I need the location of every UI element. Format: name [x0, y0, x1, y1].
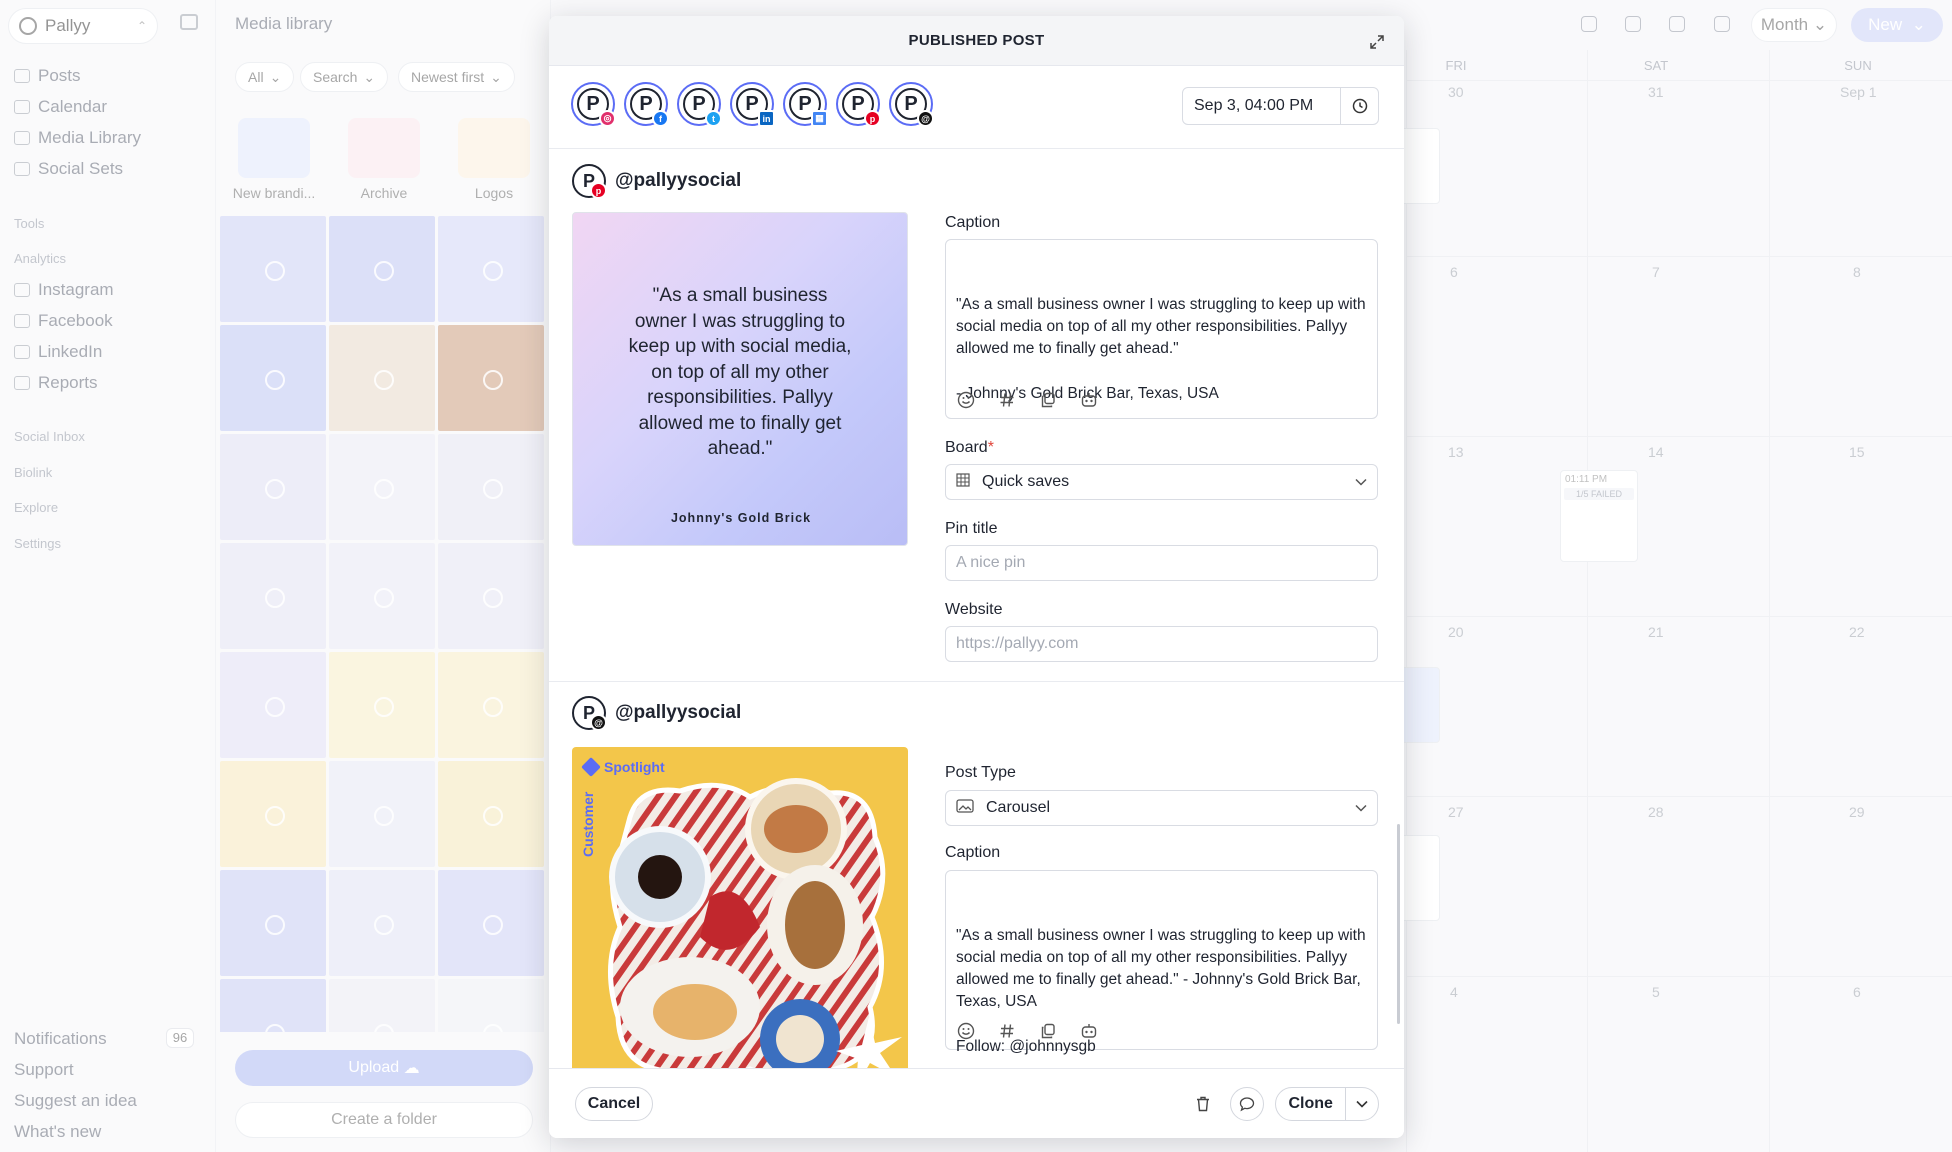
schedule-date: Sep 3, 04:00 PM	[1194, 97, 1314, 114]
pin-title-placeholder: A nice pin	[956, 554, 1026, 571]
copy-icon[interactable]	[1038, 390, 1057, 409]
diamond-icon	[581, 757, 601, 777]
clone-split-button: Clone	[1275, 1087, 1379, 1121]
threads-account-header: P @ @pallyysocial	[572, 696, 742, 731]
board-grid-icon	[956, 472, 970, 492]
caption-text: "As a small business owner I was struggl…	[956, 295, 1366, 402]
comment-icon	[1239, 1097, 1255, 1112]
ai-robot-icon[interactable]	[1079, 1021, 1098, 1040]
account-instagram[interactable]: P ◎	[571, 82, 616, 127]
threads-icon: @	[590, 714, 607, 731]
account-google-business[interactable]: P ▦	[783, 82, 828, 127]
pin-title-input[interactable]: A nice pin	[945, 545, 1378, 581]
comment-button[interactable]	[1230, 1087, 1264, 1121]
caption-toolbar	[956, 390, 1098, 409]
post-type-value: Carousel	[986, 799, 1051, 816]
facebook-icon: f	[652, 110, 669, 127]
clone-button[interactable]: Clone	[1276, 1095, 1345, 1113]
threads-caption-textarea[interactable]: "As a small business owner I was struggl…	[945, 870, 1378, 1055]
modal-footer: Cancel Clone	[549, 1068, 1404, 1138]
board-select[interactable]: Quick saves	[945, 464, 1378, 500]
twitter-icon: t	[705, 110, 722, 127]
website-placeholder: https://pallyy.com	[956, 635, 1079, 652]
copy-icon[interactable]	[1038, 1021, 1057, 1040]
pinterest-image-preview[interactable]: "As a small business owner I was struggl…	[572, 212, 908, 546]
linkedin-icon: in	[758, 110, 775, 127]
emoji-icon[interactable]	[956, 1021, 975, 1040]
emoji-icon[interactable]	[956, 390, 975, 409]
caption-label: Caption	[945, 214, 1001, 231]
post-type-select[interactable]: Carousel	[945, 790, 1378, 826]
avatar: P @	[572, 696, 607, 731]
divider	[549, 681, 1404, 682]
divider	[549, 148, 1404, 149]
clock-icon[interactable]	[1340, 88, 1378, 124]
board-label: Board*	[945, 439, 994, 457]
post-modal: PUBLISHED POST P ◎ Pf Pt Pin P ▦ Pp P @ Sep…	[549, 16, 1404, 1138]
post-type-label: Post Type	[945, 764, 1016, 781]
image-quote: "As a small business owner I was struggl…	[628, 285, 852, 459]
account-handle: @pallyysocial	[615, 170, 742, 191]
avatar: Pp	[572, 164, 607, 199]
caption-label: Caption	[945, 844, 1001, 861]
pinterest-account-header: Pp @pallyysocial	[572, 164, 742, 199]
google-business-icon: ▦	[811, 110, 828, 127]
pinterest-caption-textarea[interactable]: "As a small business owner I was struggl…	[945, 239, 1378, 419]
account-threads[interactable]: P @	[889, 82, 934, 127]
clone-options-chevron-icon[interactable]	[1346, 1100, 1378, 1108]
expand-icon[interactable]	[1369, 34, 1385, 50]
instagram-icon: ◎	[599, 110, 616, 127]
cancel-button[interactable]: Cancel	[575, 1087, 653, 1121]
customer-tag: Customer	[580, 791, 596, 857]
board-value: Quick saves	[982, 473, 1070, 490]
account-twitter[interactable]: Pt	[677, 82, 722, 127]
account-facebook[interactable]: Pf	[624, 82, 669, 127]
pinterest-icon: p	[590, 182, 607, 199]
threads-icon: @	[917, 110, 934, 127]
modal-title: PUBLISHED POST	[908, 32, 1045, 49]
chevron-down-icon	[1355, 473, 1367, 491]
pin-title-label: Pin title	[945, 520, 998, 537]
image-signature: Johnny's Gold Brick	[670, 511, 812, 525]
trash-icon[interactable]	[1196, 1096, 1210, 1117]
spotlight-text: Spotlight	[604, 759, 665, 775]
account-pinterest[interactable]: Pp	[836, 82, 881, 127]
account-linkedin[interactable]: Pin	[730, 82, 775, 127]
hashtag-icon[interactable]	[997, 390, 1016, 409]
website-label: Website	[945, 601, 1003, 618]
image-icon	[956, 798, 974, 818]
modal-scrollbar[interactable]	[1397, 824, 1400, 1024]
website-input[interactable]: https://pallyy.com	[945, 626, 1378, 662]
hashtag-icon[interactable]	[997, 1021, 1016, 1040]
caption-toolbar	[956, 1021, 1098, 1040]
board-label-text: Board	[945, 439, 988, 456]
spotlight-tag: Spotlight	[581, 757, 665, 777]
ai-robot-icon[interactable]	[1079, 390, 1098, 409]
threads-image-preview[interactable]: Spotlight Customer	[572, 747, 908, 1087]
chevron-down-icon	[1355, 799, 1367, 817]
schedule-date-picker[interactable]: Sep 3, 04:00 PM	[1182, 87, 1379, 125]
account-selector: P ◎ Pf Pt Pin P ▦ Pp P @	[571, 82, 934, 127]
required-marker: *	[987, 439, 994, 456]
account-handle: @pallyysocial	[615, 702, 742, 723]
pinterest-icon: p	[864, 110, 881, 127]
